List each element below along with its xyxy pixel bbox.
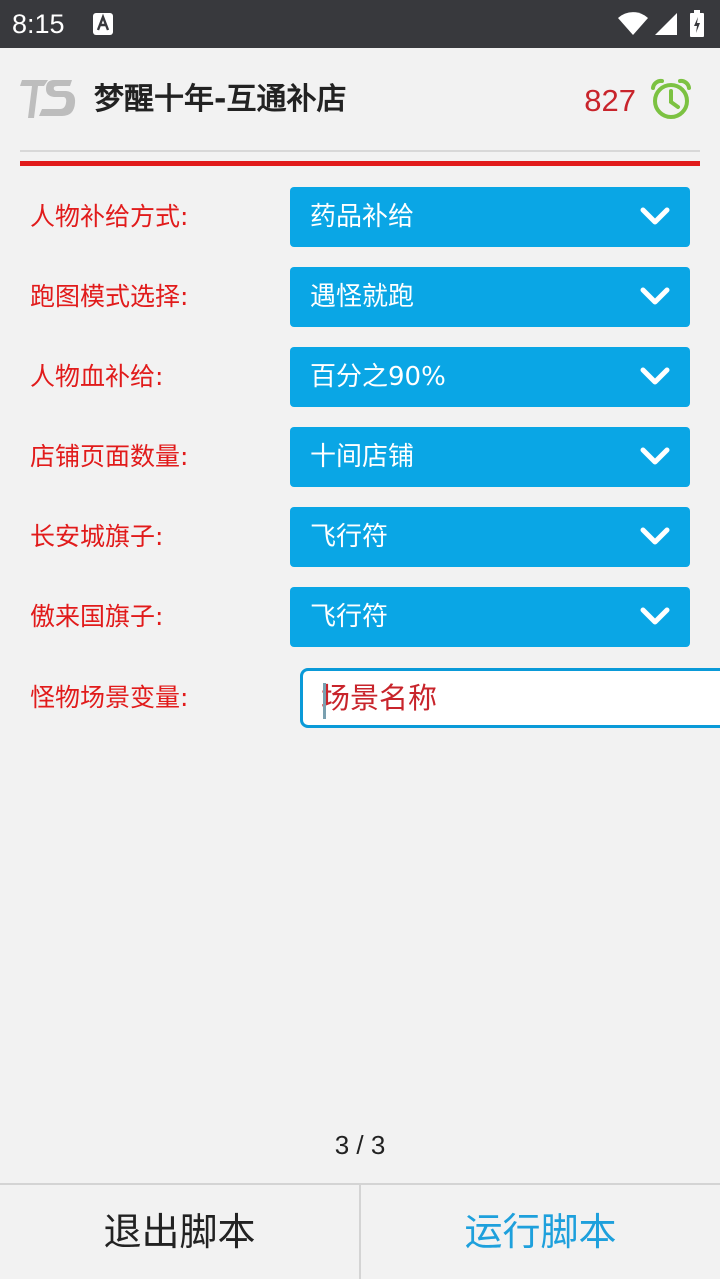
page-indicator: 3 / 3: [334, 1130, 386, 1160]
input-value: 场景名称: [321, 681, 438, 715]
row-label: 人物血补给:: [30, 362, 164, 391]
select-value: 百分之90%: [310, 362, 446, 392]
row-label: 怪物场景变量:: [30, 683, 189, 712]
select-value: 十间店铺: [310, 442, 415, 472]
run-mode-select[interactable]: 遇怪就跑: [290, 267, 690, 327]
form-row-aolai-flag: 傲来国旗子: 飞行符: [0, 587, 720, 647]
hp-supply-select[interactable]: 百分之90%: [290, 347, 690, 407]
select-value: 飞行符: [310, 602, 389, 632]
exit-script-button[interactable]: 退出脚本: [0, 1185, 359, 1279]
app-title: 梦醒十年-互通补店: [94, 82, 347, 117]
form-row-monster-scene: 怪物场景变量: 场景名称: [0, 668, 720, 728]
form-row-hp-supply: 人物血补给: 百分之90%: [0, 347, 720, 407]
shop-count-select[interactable]: 十间店铺: [290, 427, 690, 487]
form-row-shop-count: 店铺页面数量: 十间店铺: [0, 427, 720, 487]
row-label: 傲来国旗子:: [30, 602, 164, 631]
form-row-changan-flag: 长安城旗子: 飞行符: [0, 507, 720, 567]
chevron-down-icon: [640, 207, 670, 225]
row-label: 长安城旗子:: [30, 522, 164, 551]
text-cursor: [323, 683, 326, 719]
row-label: 店铺页面数量:: [30, 442, 189, 471]
chevron-down-icon: [640, 447, 670, 465]
form-row-supply-mode: 人物补给方式: 药品补给: [0, 187, 720, 247]
row-label: 跑图模式选择:: [30, 282, 189, 311]
signal-icon: [655, 13, 677, 35]
chevron-down-icon: [640, 367, 670, 385]
app-logo: [20, 80, 76, 118]
select-value: 药品补给: [310, 202, 415, 232]
header-accent-divider: [20, 161, 700, 166]
chevron-down-icon: [640, 527, 670, 545]
run-script-button[interactable]: 运行脚本: [361, 1185, 720, 1279]
select-value: 遇怪就跑: [310, 282, 415, 312]
bottom-action-bar: 退出脚本 运行脚本: [0, 1183, 720, 1279]
app-header: 梦醒十年-互通补店 827: [0, 48, 720, 166]
battery-icon: [690, 10, 704, 37]
aolai-flag-select[interactable]: 飞行符: [290, 587, 690, 647]
form-row-run-mode: 跑图模式选择: 遇怪就跑: [0, 267, 720, 327]
timer-count: 827: [584, 83, 636, 118]
chevron-down-icon: [640, 607, 670, 625]
wifi-icon: [618, 12, 648, 36]
row-label: 人物补给方式:: [30, 202, 189, 231]
supply-mode-select[interactable]: 药品补给: [290, 187, 690, 247]
chevron-down-icon: [640, 287, 670, 305]
notification-icon: [93, 13, 113, 35]
status-time: 8:15: [12, 9, 65, 39]
scene-name-input[interactable]: 场景名称: [300, 668, 720, 728]
alarm-clock-icon[interactable]: [650, 78, 692, 120]
changan-flag-select[interactable]: 飞行符: [290, 507, 690, 567]
select-value: 飞行符: [310, 522, 389, 552]
header-divider: [20, 150, 700, 152]
status-bar: 8:15: [0, 0, 720, 48]
